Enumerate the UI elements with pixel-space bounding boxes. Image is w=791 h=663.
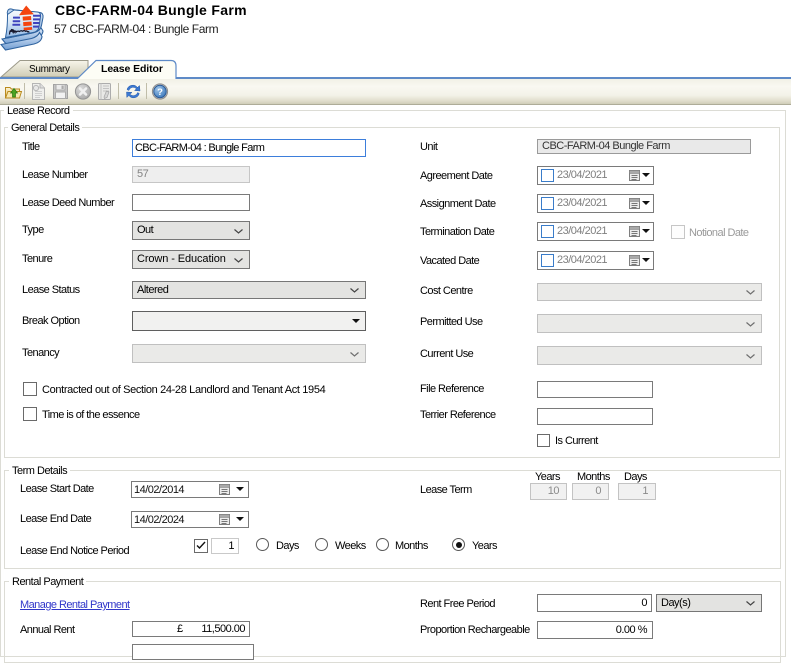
svg-text:?: ? [157,87,163,98]
